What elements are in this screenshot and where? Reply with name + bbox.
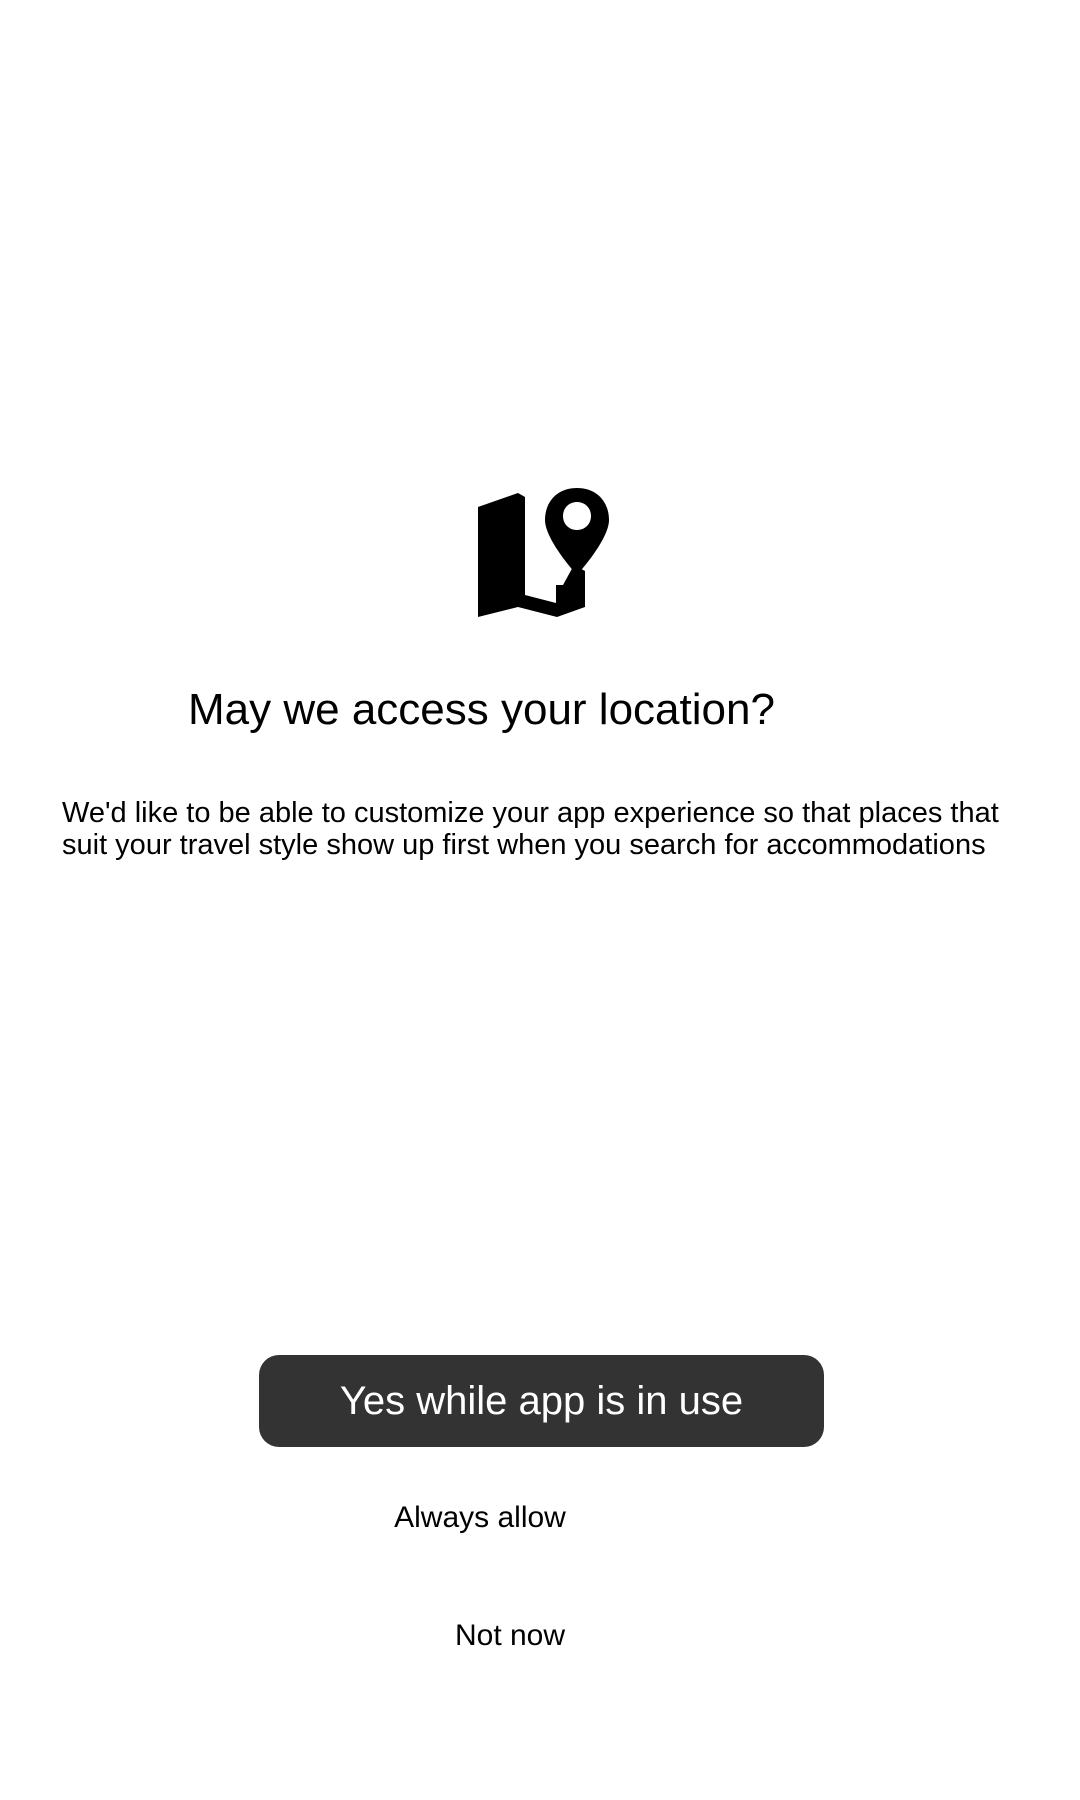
always-allow-button[interactable]: Always allow bbox=[340, 1490, 620, 1546]
allow-while-in-use-button[interactable]: Yes while app is in use bbox=[259, 1355, 824, 1447]
location-permission-screen: May we access your location? We'd like t… bbox=[0, 0, 1080, 1800]
permission-title: May we access your location? bbox=[188, 685, 775, 734]
permission-description: We'd like to be able to customize your a… bbox=[62, 797, 999, 861]
map-location-icon bbox=[473, 485, 613, 620]
not-now-button[interactable]: Not now bbox=[370, 1608, 650, 1664]
